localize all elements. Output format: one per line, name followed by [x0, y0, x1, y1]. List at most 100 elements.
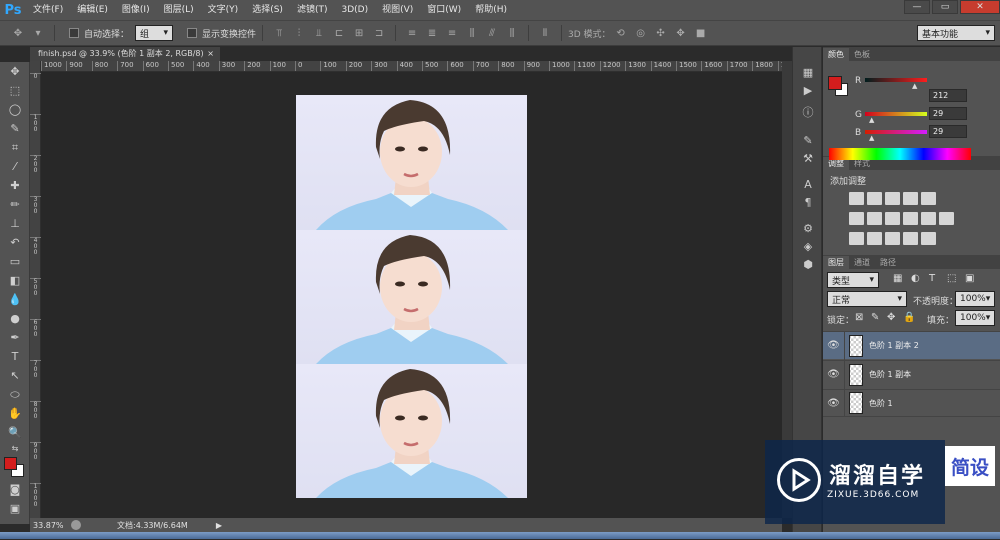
menu-3d[interactable]: 3D(D) [334, 0, 375, 20]
foreground-color-swatch[interactable] [4, 457, 17, 470]
menu-view[interactable]: 视图(V) [375, 0, 420, 20]
filter-adjust-icon[interactable]: ◐ [911, 273, 920, 284]
align-left-icon[interactable]: ⊏ [332, 27, 346, 39]
minimize-button[interactable]: — [904, 0, 930, 14]
layer-row[interactable]: 👁 色阶 1 [823, 389, 1000, 417]
lock-all-icon[interactable]: 🔒 [903, 312, 915, 323]
tab-layers[interactable]: 图层 [823, 256, 849, 269]
gradient-tool-icon[interactable]: ◧ [0, 271, 30, 290]
screen-mode-icon[interactable]: ▣ [0, 499, 30, 518]
info-icon[interactable]: ⓘ [793, 103, 823, 121]
black-white-icon[interactable] [885, 212, 900, 225]
threshold-icon[interactable] [885, 232, 900, 245]
brightness-icon[interactable] [849, 192, 864, 205]
distribute-right-icon[interactable]: ⫼ [505, 27, 519, 39]
distribute-vcenter-icon[interactable]: ≣ [425, 27, 439, 39]
distribute-bottom-icon[interactable]: ≡ [445, 27, 459, 39]
document-tab[interactable]: finish.psd @ 33.9% (色阶 1 副本 2, RGB/8) × [30, 47, 220, 61]
g-value-input[interactable]: 29 [929, 107, 967, 120]
align-hcenter-icon[interactable]: ⊞ [352, 27, 366, 39]
type-tool-icon[interactable]: T [0, 347, 30, 366]
3d-roll-icon[interactable]: ◎ [634, 27, 648, 39]
filter-pixel-icon[interactable]: ▦ [893, 273, 902, 284]
color-spectrum[interactable] [829, 148, 971, 160]
curves-icon[interactable] [885, 192, 900, 205]
menu-image[interactable]: 图像(I) [115, 0, 157, 20]
menu-file[interactable]: 文件(F) [26, 0, 70, 20]
brush-presets-icon[interactable]: ✎ [793, 131, 823, 149]
zoom-level[interactable]: 33.87% [33, 521, 67, 530]
close-button[interactable]: ✕ [960, 0, 1000, 14]
exposure-icon[interactable] [903, 192, 918, 205]
slider-handle-icon[interactable]: ▲ [869, 116, 874, 124]
shape-tool-icon[interactable]: ⬭ [0, 385, 30, 404]
maximize-button[interactable]: ▭ [932, 0, 958, 14]
align-vcenter-icon[interactable]: ⫶ [292, 27, 306, 39]
menu-select[interactable]: 选择(S) [245, 0, 290, 20]
layer-row[interactable]: 👁 色阶 1 副本 2 [823, 331, 1000, 360]
opacity-input[interactable]: 100% ▾ [955, 291, 995, 307]
selective-color-icon[interactable] [921, 232, 936, 245]
move-tool-icon[interactable]: ✥ [11, 27, 25, 39]
actions-icon[interactable]: ▶ [793, 81, 823, 99]
fill-input[interactable]: 100% ▾ [955, 310, 995, 326]
vibrance-icon[interactable] [921, 192, 936, 205]
3d-pan-icon[interactable]: ✣ [654, 27, 668, 39]
eye-icon[interactable]: 👁 [823, 360, 845, 389]
eye-icon[interactable]: 👁 [823, 389, 845, 417]
color-lookup-icon[interactable] [939, 212, 954, 225]
menu-help[interactable]: 帮助(H) [468, 0, 514, 20]
stamp-tool-icon[interactable]: ⊥ [0, 214, 30, 233]
dodge-tool-icon[interactable]: ● [0, 309, 30, 328]
character-icon[interactable]: A [793, 175, 823, 193]
eyedropper-tool-icon[interactable]: ⁄ [0, 157, 30, 176]
auto-select-dropdown[interactable]: 组 ▾ [135, 25, 174, 41]
status-icon[interactable] [71, 520, 81, 530]
channel-mixer-icon[interactable] [921, 212, 936, 225]
layer-filter-select[interactable]: 类型 ▾ [827, 272, 879, 288]
align-right-icon[interactable]: ⊐ [372, 27, 386, 39]
posterize-icon[interactable] [867, 232, 882, 245]
distribute-hcenter-icon[interactable]: ⫻ [485, 27, 499, 39]
history-icon[interactable]: ▦ [793, 63, 823, 81]
gradient-map-icon[interactable] [903, 232, 918, 245]
slider-handle-icon[interactable]: ▲ [912, 82, 917, 90]
clone-source-icon[interactable]: ⚙ [793, 219, 823, 237]
3d-rotate-icon[interactable]: ⟲ [614, 27, 628, 39]
filter-type-icon[interactable]: T [929, 273, 935, 284]
tab-paths[interactable]: 路径 [875, 256, 901, 269]
marquee-tool-icon[interactable]: ⬚ [0, 81, 30, 100]
tab-color[interactable]: 颜色 [823, 48, 849, 61]
status-menu-arrow-icon[interactable]: ▶ [216, 521, 222, 530]
r-slider[interactable] [865, 78, 927, 82]
healing-tool-icon[interactable]: ✚ [0, 176, 30, 195]
r-value-input[interactable]: 212 [929, 89, 967, 102]
navigator-icon[interactable]: ◈ [793, 237, 823, 255]
distribute-left-icon[interactable]: ⫼ [465, 27, 479, 39]
auto-align-icon[interactable]: ⫴ [538, 27, 552, 39]
menu-edit[interactable]: 编辑(E) [70, 0, 115, 20]
blend-mode-select[interactable]: 正常 ▾ [827, 291, 907, 307]
menu-layer[interactable]: 图层(L) [157, 0, 201, 20]
swap-colors-icon[interactable]: ⇆ [0, 442, 30, 454]
brush-tool-icon[interactable]: ✏ [0, 195, 30, 214]
auto-select-checkbox[interactable] [69, 28, 79, 38]
lock-transparent-icon[interactable]: ⊠ [855, 312, 863, 323]
tool-presets-icon[interactable]: ⚒ [793, 149, 823, 167]
menu-window[interactable]: 窗口(W) [420, 0, 468, 20]
eraser-tool-icon[interactable]: ▭ [0, 252, 30, 271]
3d-scale-icon[interactable]: ■ [694, 27, 708, 39]
move-tool-icon[interactable]: ✥ [0, 62, 30, 81]
menu-filter[interactable]: 滤镜(T) [290, 0, 335, 20]
document-canvas[interactable] [296, 95, 527, 498]
pen-tool-icon[interactable]: ✒ [0, 328, 30, 347]
3d-icon[interactable]: ⬢ [793, 255, 823, 273]
blur-tool-icon[interactable]: 💧 [0, 290, 30, 309]
history-brush-icon[interactable]: ↶ [0, 233, 30, 252]
path-select-tool-icon[interactable]: ↖ [0, 366, 30, 385]
b-value-input[interactable]: 29 [929, 125, 967, 138]
filter-shape-icon[interactable]: ⬚ [947, 273, 956, 284]
slider-handle-icon[interactable]: ▲ [869, 134, 874, 142]
crop-tool-icon[interactable]: ⌗ [0, 138, 30, 157]
distribute-top-icon[interactable]: ≡ [405, 27, 419, 39]
